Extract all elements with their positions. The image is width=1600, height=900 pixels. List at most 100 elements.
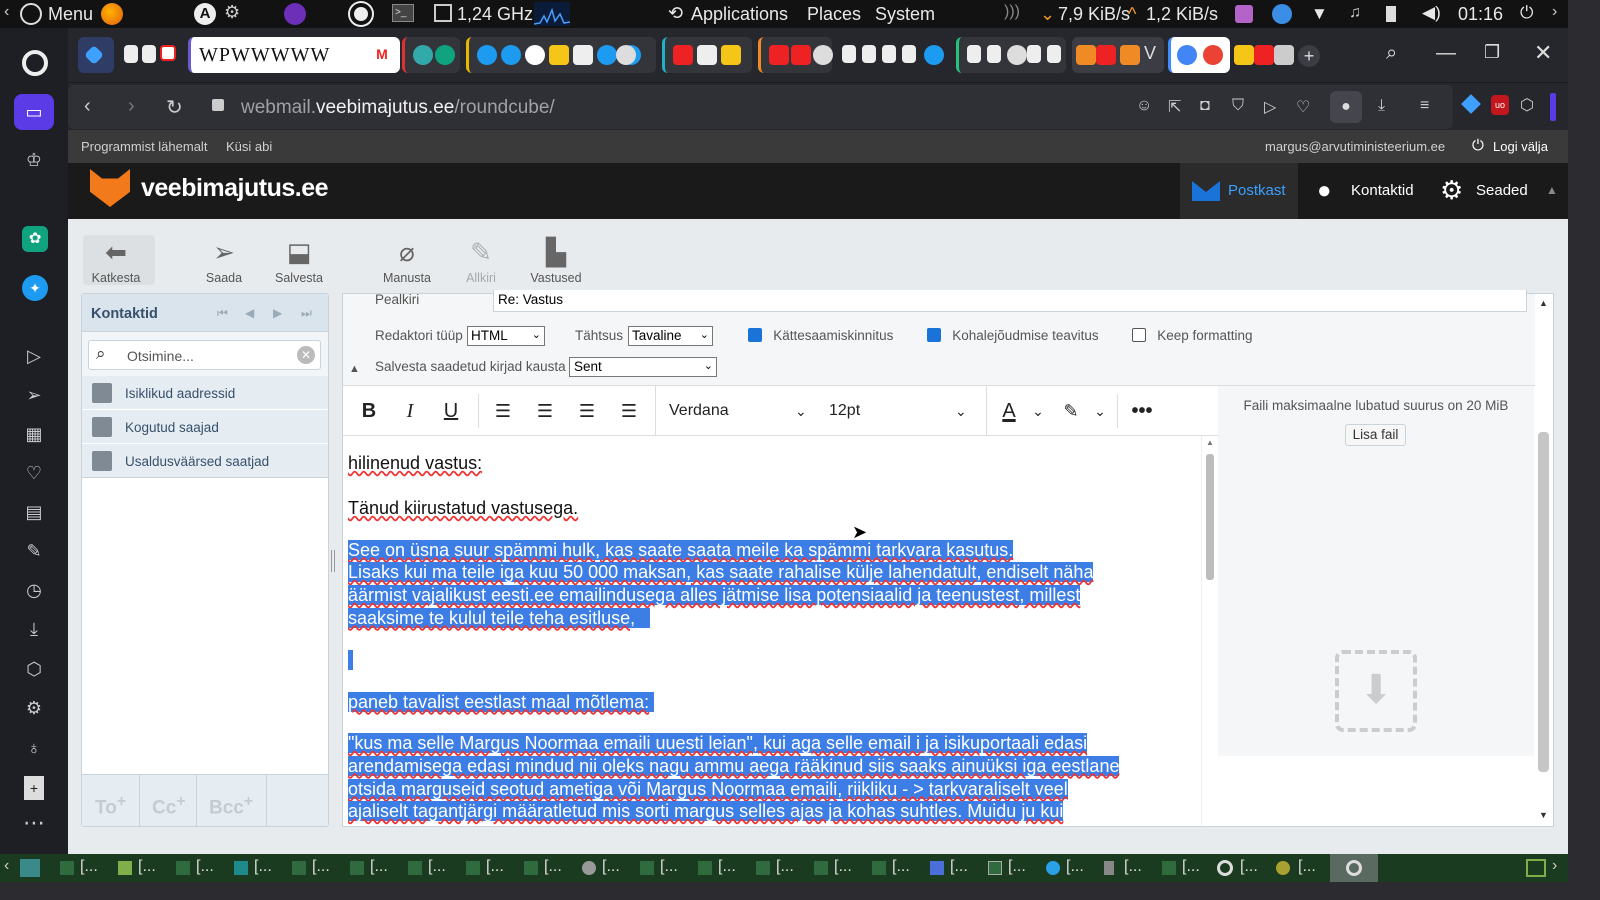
window-icon[interactable]: [524, 861, 538, 875]
player-icon[interactable]: ▷: [22, 344, 46, 368]
forward-icon[interactable]: ›: [128, 95, 135, 118]
edit-icon[interactable]: ✎: [22, 539, 46, 563]
close-window-icon[interactable]: ✕: [1534, 40, 1552, 66]
italic-icon[interactable]: I: [398, 398, 422, 424]
tab-group-misc[interactable]: [614, 37, 654, 73]
fox-logo-icon[interactable]: [90, 169, 130, 207]
tab-group-video[interactable]: [662, 37, 752, 73]
tab-group-active[interactable]: [1168, 37, 1230, 73]
taskbar-window[interactable]: [...: [1124, 858, 1142, 876]
taskbar-window[interactable]: [...: [138, 858, 156, 876]
clear-search-icon[interactable]: ✕: [297, 346, 315, 364]
window-icon[interactable]: [350, 861, 364, 875]
lightbulb-icon[interactable]: ♁: [22, 736, 46, 760]
font-family-select[interactable]: Verdana ⌄: [669, 398, 809, 424]
settings-icon[interactable]: ⚙: [22, 696, 46, 720]
clock[interactable]: 01:16: [1458, 4, 1503, 25]
window-icon[interactable]: [60, 861, 74, 875]
search-input[interactable]: ⌕ Otsimine... ✕: [88, 340, 321, 370]
signature-button[interactable]: ✎ Allkiri: [446, 237, 516, 285]
dsn-option[interactable]: Kohalejõudmise teavitus: [927, 328, 1099, 343]
underline-icon[interactable]: U: [439, 398, 463, 424]
sound-app-icon[interactable]: [1235, 5, 1253, 23]
tor-icon[interactable]: [284, 3, 306, 25]
taskbar-window[interactable]: [...: [834, 858, 852, 876]
send-button[interactable]: ➢ Saada: [189, 237, 259, 285]
list-item[interactable]: Kogutud saajad: [82, 410, 328, 444]
tab-group-youtube[interactable]: [758, 37, 833, 73]
window-icon[interactable]: [408, 861, 422, 875]
cancel-button[interactable]: ⬅ Katkesta: [81, 237, 151, 285]
highlight-pen-icon[interactable]: ✎: [1059, 398, 1083, 424]
extensions-icon[interactable]: ⬡: [1520, 95, 1534, 115]
more-options-icon[interactable]: ⋯: [22, 811, 46, 835]
battery-icon[interactable]: [1386, 6, 1396, 22]
add-file-button[interactable]: Lisa fail: [1345, 424, 1406, 446]
shield-icon[interactable]: ⛉: [1232, 97, 1244, 115]
minimize-icon[interactable]: —: [1436, 42, 1456, 65]
ublock-icon[interactable]: uo: [1491, 95, 1509, 115]
download-icon[interactable]: ⤓: [1378, 97, 1385, 115]
news-icon[interactable]: ▤: [22, 500, 46, 524]
window-icon[interactable]: [292, 861, 306, 875]
lock-icon[interactable]: [212, 99, 224, 111]
taskbar-window[interactable]: [...: [544, 858, 562, 876]
window-icon[interactable]: [118, 861, 132, 875]
keep-formatting-checkbox[interactable]: [1132, 328, 1146, 342]
notification-bell-icon[interactable]: ♫: [1349, 4, 1361, 22]
profile-icon[interactable]: ●: [1330, 91, 1362, 123]
taskbar-window[interactable]: [...: [776, 858, 794, 876]
nav-settings[interactable]: ⚙ Seaded: [1438, 163, 1538, 219]
taskbar-window[interactable]: [...: [950, 858, 968, 876]
chevron-down-icon[interactable]: ⌄: [1091, 398, 1109, 424]
firefox-icon[interactable]: [101, 3, 123, 25]
tab-group-docs[interactable]: [120, 37, 182, 73]
keep-formatting-option[interactable]: Keep formatting: [1132, 328, 1253, 343]
workspace-switcher-icon[interactable]: [1526, 859, 1546, 877]
list-item[interactable]: Usaldusväärsed saatjad: [82, 444, 328, 478]
dsn-checkbox[interactable]: [927, 328, 941, 342]
heart-icon[interactable]: ♡: [22, 461, 46, 485]
drop-zone-download-icon[interactable]: ⬇: [1335, 650, 1417, 732]
window-icon[interactable]: [466, 861, 480, 875]
taskbar-window[interactable]: [...: [660, 858, 678, 876]
twitter-icon[interactable]: ✦: [22, 275, 48, 301]
about-link[interactable]: Programmist lähemalt: [81, 139, 207, 154]
power-icon[interactable]: ⏻: [1472, 137, 1484, 154]
mint-menu-icon[interactable]: [20, 3, 42, 25]
active-window-opera[interactable]: [1330, 854, 1378, 882]
panel-left-arrow-icon[interactable]: ‹: [4, 3, 9, 21]
taskbar-window[interactable]: [...: [1298, 858, 1316, 876]
sidebar-toggle-icon[interactable]: [1550, 93, 1556, 121]
reload-icon[interactable]: ↻: [166, 95, 183, 120]
window-icon[interactable]: [176, 861, 190, 875]
opera-taskbar-icon[interactable]: [1217, 860, 1233, 876]
compose-scrollbar[interactable]: ▲ ▼: [1535, 294, 1553, 826]
downloads-icon[interactable]: ⤓: [22, 617, 46, 641]
logout-link[interactable]: Logi välja: [1493, 139, 1548, 154]
emoji-icon[interactable]: ☺: [1136, 97, 1152, 115]
opera-launcher-icon[interactable]: [350, 3, 372, 25]
list-item[interactable]: Isiklikud aadressid: [82, 376, 328, 410]
taskbar-window[interactable]: [...: [718, 858, 736, 876]
add-to-button[interactable]: To+: [82, 775, 140, 827]
tab-search-icon[interactable]: ⌕: [1386, 42, 1397, 65]
system-menu[interactable]: System: [875, 4, 935, 25]
editor-type-select[interactable]: HTML ⌄: [467, 326, 545, 346]
splitter-handle[interactable]: [331, 550, 335, 572]
message-editor[interactable]: hilinenud vastus: Tänud kiirustatud vast…: [343, 436, 1201, 826]
attach-button[interactable]: ⌀ Manusta: [372, 237, 442, 285]
clipboard-icon[interactable]: +: [24, 776, 44, 800]
share-icon[interactable]: ⇱: [1168, 97, 1181, 117]
return-receipt-checkbox[interactable]: [748, 328, 762, 342]
editor-scroll-thumb[interactable]: [1206, 454, 1214, 580]
tab-group-last[interactable]: [1232, 37, 1296, 73]
first-page-icon[interactable]: ⏮: [217, 306, 228, 321]
chevron-down-icon[interactable]: ⌄: [1029, 398, 1047, 424]
taskbar-window[interactable]: [...: [1066, 858, 1084, 876]
settings-gears-icon[interactable]: ⚙: [224, 2, 240, 23]
chatgpt-icon[interactable]: ✿: [22, 226, 48, 252]
places-menu[interactable]: Places: [807, 4, 861, 25]
window-icon[interactable]: [1104, 861, 1114, 875]
send-icon[interactable]: ➢: [22, 383, 46, 407]
